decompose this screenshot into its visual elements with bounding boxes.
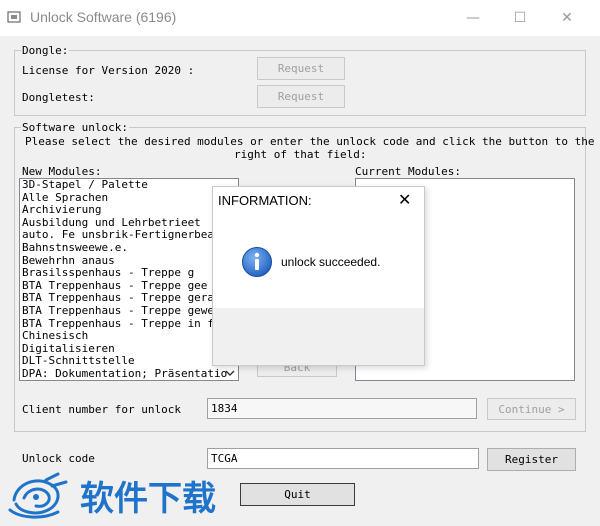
list-item[interactable]: 3D-Stapel / Palette [20, 179, 238, 192]
window-title: Unlock Software (6196) [30, 9, 177, 25]
register-button[interactable]: Register [487, 448, 576, 471]
list-item[interactable]: Chinesisch [20, 330, 238, 343]
unlock-code-label: Unlock code [22, 452, 95, 465]
list-item[interactable]: DPA: Dokumentation; Präsentatio [20, 367, 238, 380]
dialog-message: unlock succeeded. [281, 255, 381, 269]
continue-button[interactable]: Continue > [487, 398, 576, 420]
list-item[interactable]: BTA Treppenhaus - Treppe gewen [20, 304, 238, 318]
list-item[interactable]: Archivierung [20, 204, 238, 217]
list-item[interactable]: Bahnstnsweewe.e. [20, 241, 238, 255]
unlock-code-field[interactable]: TCGA [207, 448, 479, 469]
app-icon [7, 11, 21, 23]
current-modules-label: Current Modules: [355, 165, 461, 178]
info-icon [242, 247, 272, 277]
maximize-button[interactable]: ☐ [502, 6, 538, 30]
client-number-field[interactable]: 1834 [207, 398, 477, 419]
watermark-text: 软件下载 [80, 479, 216, 519]
dialog-close-button[interactable]: ✕ [398, 190, 411, 209]
instructions-line-1: Please select the desired modules or ent… [25, 135, 595, 148]
dongletest-label: Dongletest: [22, 91, 95, 104]
request-dongletest-button[interactable]: Request [257, 85, 345, 108]
license-label: License for Version 2020 : [22, 64, 195, 77]
request-license-button[interactable]: Request [257, 57, 345, 80]
dongle-legend: Dongle: [22, 44, 69, 57]
client-number-label: Client number for unlock [22, 403, 181, 416]
new-modules-label: New Modules: [22, 165, 102, 178]
minimize-button[interactable]: — [455, 6, 491, 30]
scroll-down-icon[interactable] [224, 367, 236, 379]
dialog-title: INFORMATION: [218, 193, 312, 208]
software-unlock-legend: Software unlock: [22, 121, 128, 134]
watermark-logo: 软件下载 [6, 470, 274, 522]
close-button[interactable]: ✕ [549, 6, 585, 30]
dialog-footer [212, 308, 425, 366]
instructions-line-2: right of that field: [234, 148, 367, 161]
list-item[interactable]: Brasilsspenhaus - Treppe g [20, 267, 238, 280]
new-modules-list[interactable]: 3D-Stapel / Palette Alle Sprachen Archiv… [19, 178, 239, 381]
